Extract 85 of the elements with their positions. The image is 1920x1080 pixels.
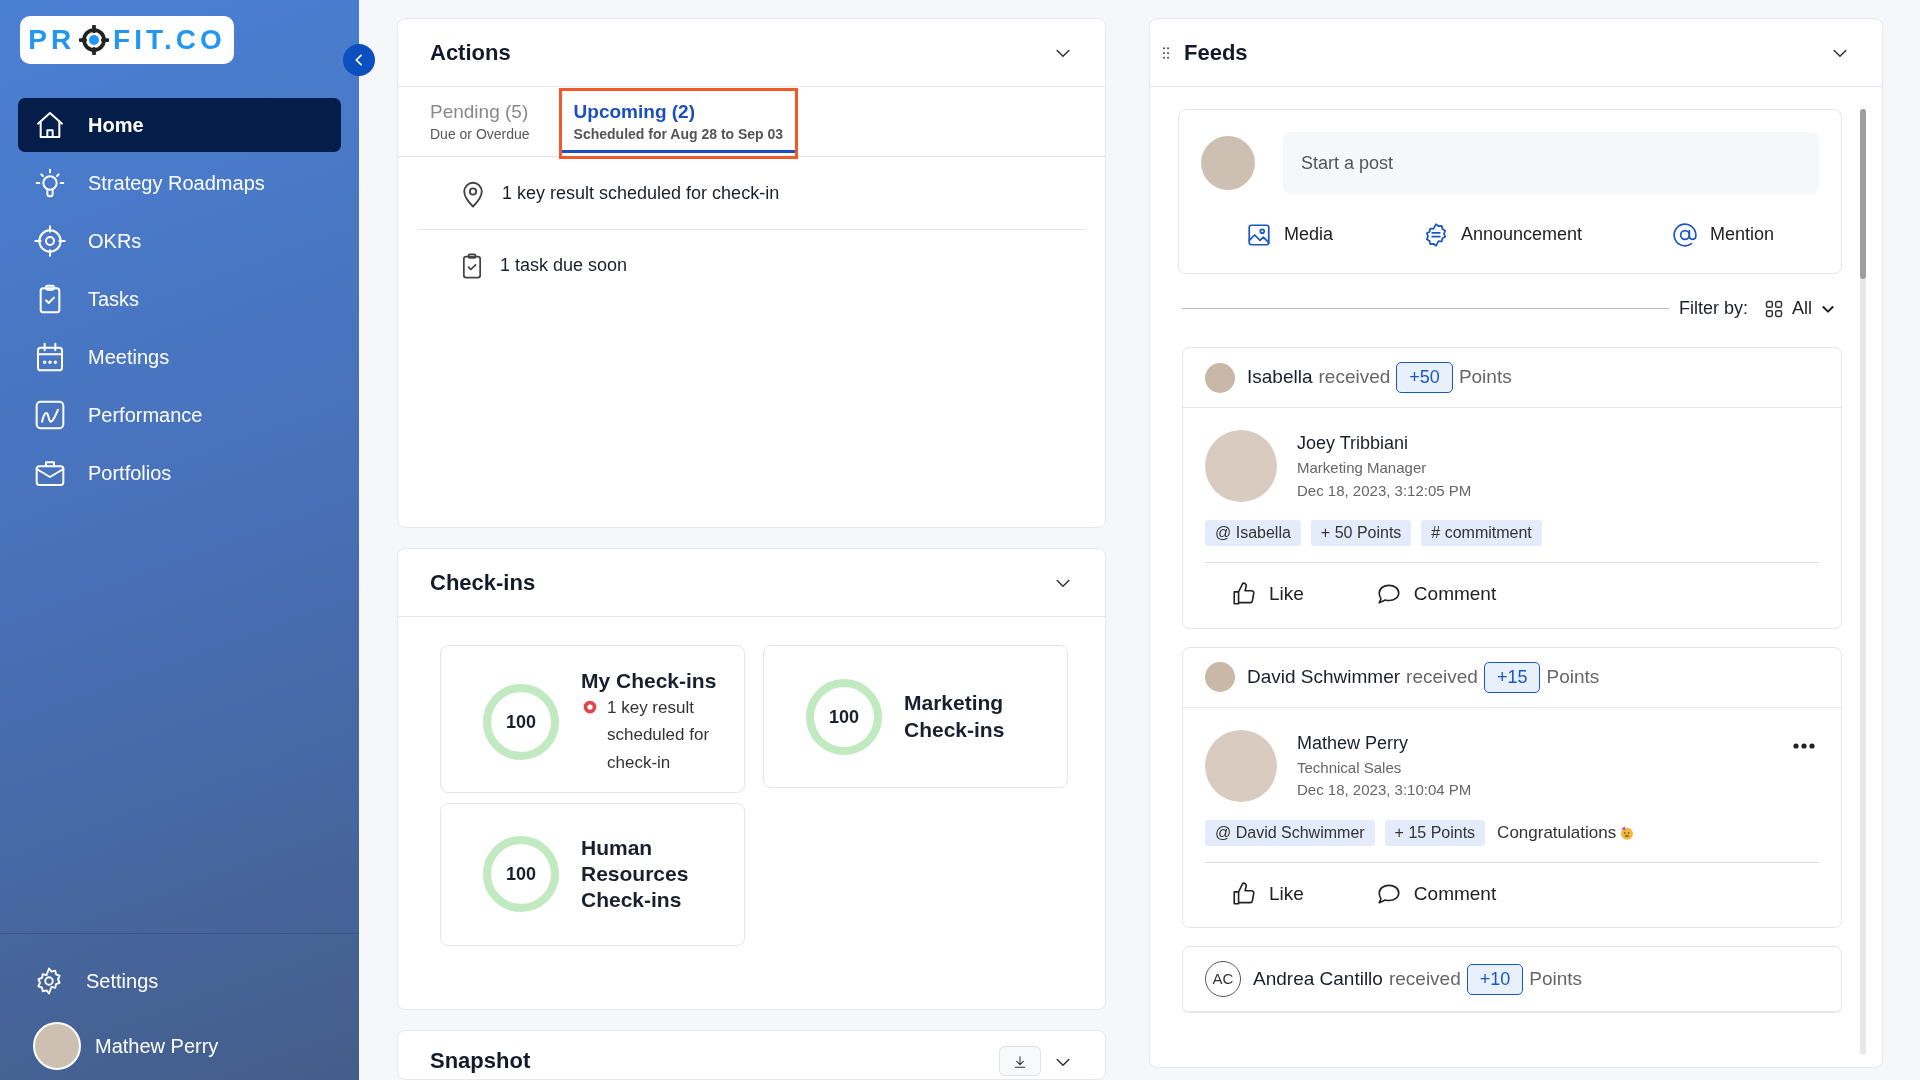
like-button[interactable]: Like (1225, 878, 1310, 909)
comment-button[interactable]: Comment (1369, 579, 1503, 610)
composer-action[interactable]: Mention (1665, 220, 1780, 249)
download-icon (1012, 1053, 1028, 1070)
user-name[interactable]: Mathew Perry (95, 1031, 219, 1061)
panel-title: Snapshot (430, 1047, 531, 1075)
lightbulb-icon (34, 167, 66, 199)
tag: + 15 Points (1384, 819, 1486, 846)
sidebar-item[interactable]: OKRs (18, 214, 341, 268)
score-value: 100 (506, 865, 536, 884)
calendar-icon (34, 341, 66, 373)
checkin-title: My Check-ins (581, 668, 718, 694)
checkin-note: 1 key result scheduled for check-in (607, 697, 711, 774)
download-button[interactable] (999, 1046, 1041, 1076)
panel-title: Check-ins (430, 569, 536, 597)
scrollbar-thumb[interactable] (1860, 109, 1866, 279)
recipient-name[interactable]: Isabella (1247, 363, 1313, 392)
tab[interactable]: Upcoming (2) Scheduled for Aug 28 to Sep 03 (561, 91, 796, 156)
filter-dropdown[interactable]: All (1758, 294, 1842, 323)
settings-icon (34, 966, 64, 996)
author-role: Technical Sales (1297, 757, 1403, 778)
image-icon (1245, 221, 1272, 248)
received-text: received (1388, 966, 1461, 991)
points-badge: +10 (1466, 963, 1524, 995)
author-name[interactable]: Joey Tribbiani (1297, 430, 1819, 457)
post-input[interactable]: Start a post (1283, 132, 1819, 194)
panel-title: Actions (430, 39, 511, 67)
avatar-placeholder (1205, 362, 1235, 393)
sidebar-item[interactable]: Strategy Roadmaps (18, 156, 341, 210)
action-text[interactable]: 1 key result scheduled for check-in (502, 180, 780, 208)
logo-text: FIT.CO (113, 23, 226, 57)
logo-text: PR (28, 23, 76, 57)
author-role: Marketing Manager (1297, 458, 1428, 478)
avatar-placeholder (1201, 136, 1255, 190)
score-value: 100 (829, 707, 859, 726)
collapse-button[interactable] (343, 44, 375, 76)
at-sign-icon (1671, 221, 1698, 248)
recipient-name[interactable]: Andrea Cantillo (1253, 964, 1383, 994)
sidebar-item[interactable]: Performance (18, 388, 341, 442)
points-label: Points (1529, 966, 1583, 991)
composer-action[interactable]: Announcement (1416, 220, 1589, 249)
action-text[interactable]: 1 task due soon (500, 252, 628, 280)
received-text: received (1406, 664, 1478, 689)
grid-icon (1764, 298, 1784, 319)
score-value: 100 (506, 712, 536, 731)
tab[interactable]: Pending (5) Due or Overdue (418, 91, 542, 156)
checkin-card[interactable]: 100 Marketing Check-ins (763, 645, 1068, 788)
sidebar-item[interactable]: Tasks (18, 272, 341, 326)
tag: # commitment (1421, 520, 1542, 546)
comment-button[interactable]: Comment (1369, 878, 1503, 909)
thumbs-up-icon (1231, 581, 1257, 608)
received-text: received (1318, 365, 1391, 390)
target-logo-icon (79, 25, 110, 55)
settings-item[interactable]: Settings (18, 954, 341, 1008)
thumbs-up-icon (1231, 880, 1257, 907)
target-icon (34, 225, 66, 257)
post-message: Congratulations (1497, 821, 1617, 844)
filter-label: Filter by: (1678, 297, 1748, 320)
sidebar-item[interactable]: Portfolios (18, 446, 341, 500)
checkin-title: Marketing Check-ins (904, 690, 1006, 743)
sidebar-item[interactable]: Home (18, 98, 341, 152)
post-time: Dec 18, 2023, 3:10:04 PM (1297, 780, 1473, 800)
avatar-placeholder (33, 1022, 81, 1070)
points-label: Points (1458, 365, 1512, 390)
points-badge: +15 (1483, 661, 1541, 693)
line-chart-icon (34, 399, 66, 431)
author-name[interactable]: Mathew Perry (1297, 729, 1769, 757)
scrollbar[interactable] (1860, 109, 1866, 1055)
avatar-placeholder (1205, 662, 1235, 692)
checkin-card[interactable]: 100 My Check-ins 1 key result scheduled for check-in (440, 645, 745, 793)
tag: + 50 Points (1310, 520, 1412, 546)
more-icon (1793, 743, 1815, 750)
checkin-card[interactable]: 100 Human Resources Check-ins (440, 802, 745, 946)
recipient-name[interactable]: David Schwimmer (1247, 662, 1401, 692)
home-icon (34, 109, 66, 141)
composer-action[interactable]: Media (1239, 220, 1339, 249)
points-label: Points (1546, 664, 1600, 689)
like-button[interactable]: Like (1225, 579, 1310, 610)
points-badge: +50 (1396, 362, 1453, 393)
panel-title: Feeds (1184, 39, 1248, 67)
tag: @ Isabella (1205, 520, 1301, 546)
post-time: Dec 18, 2023, 3:12:05 PM (1297, 480, 1473, 501)
sidebar-item[interactable]: Meetings (18, 330, 341, 384)
tag: @ David Schwimmer (1205, 819, 1375, 846)
checkin-title: Human Resources Check-ins (581, 834, 690, 914)
